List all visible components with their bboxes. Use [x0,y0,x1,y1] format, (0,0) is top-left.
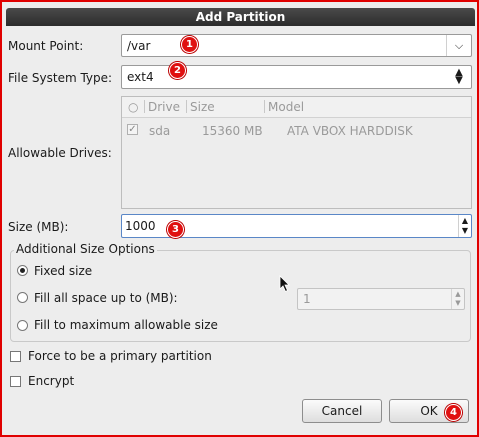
column-separator [186,100,187,113]
fixed-size-label[interactable]: Fixed size [34,264,92,278]
primary-partition-checkbox[interactable] [10,351,21,362]
fill-up-to-spinbox[interactable]: 1 ▲ ▼ [297,288,465,310]
mount-point-label: Mount Point: [8,39,84,53]
mount-point-value: /var [127,39,151,53]
radio-fill-up-to[interactable] [17,292,28,303]
col-drive[interactable]: Drive [148,100,180,114]
encrypt-checkbox[interactable] [10,376,21,387]
dialog-title: Add Partition [6,8,475,26]
fs-type-label: File System Type: [8,71,113,85]
ok-label: OK [420,404,438,418]
fs-type-value: ext4 [127,70,154,84]
cancel-button[interactable]: Cancel [302,399,382,423]
fill-max-label[interactable]: Fill to maximum allowable size [34,318,218,332]
dialog-frame: Add Partition Mount Point: /var ⌵ 1 File… [0,0,479,437]
drive-size: 15360 MB [202,124,263,138]
mouse-pointer-icon [279,275,290,293]
fill-up-to-value: 1 [303,292,311,306]
callout-badge-2: 2 [169,62,186,79]
radio-fill-max[interactable] [17,320,28,331]
drive-model: ATA VBOX HARDDISK [287,124,413,138]
spin-arrows-icon[interactable]: ▲ ▼ [458,215,471,237]
encrypt-label[interactable]: Encrypt [28,374,74,388]
primary-partition-label[interactable]: Force to be a primary partition [28,349,212,363]
column-separator [144,100,145,113]
col-size[interactable]: Size [190,100,215,114]
radio-column-icon: ○ [128,100,139,114]
size-label: Size (MB): [8,220,69,234]
column-separator [264,100,265,113]
mount-point-combo[interactable]: /var ⌵ [121,34,472,57]
drive-checkbox-checked-icon[interactable]: ✓ [127,124,138,135]
updown-arrows-icon: ▲ ▼ [455,67,463,86]
radio-fixed-size[interactable] [17,265,28,276]
chevron-down-icon[interactable]: ⌵ [446,35,471,56]
drive-name: sda [149,124,171,138]
callout-badge-1: 1 [181,36,198,53]
callout-badge-4: 4 [445,404,462,421]
col-model[interactable]: Model [268,100,304,114]
allowable-drives-label: Allowable Drives: [8,146,112,160]
fill-up-to-label[interactable]: Fill all space up to (MB): [34,291,178,305]
callout-badge-3: 3 [167,221,184,238]
size-options-legend: Additional Size Options [14,242,157,256]
drives-table-header: ○ Drive Size Model [122,97,471,118]
spin-arrows-icon[interactable]: ▲ ▼ [451,289,464,309]
drives-table[interactable]: ○ Drive Size Model ✓ sda 15360 MB ATA VB… [121,96,472,209]
size-value: 1000 [125,219,156,233]
